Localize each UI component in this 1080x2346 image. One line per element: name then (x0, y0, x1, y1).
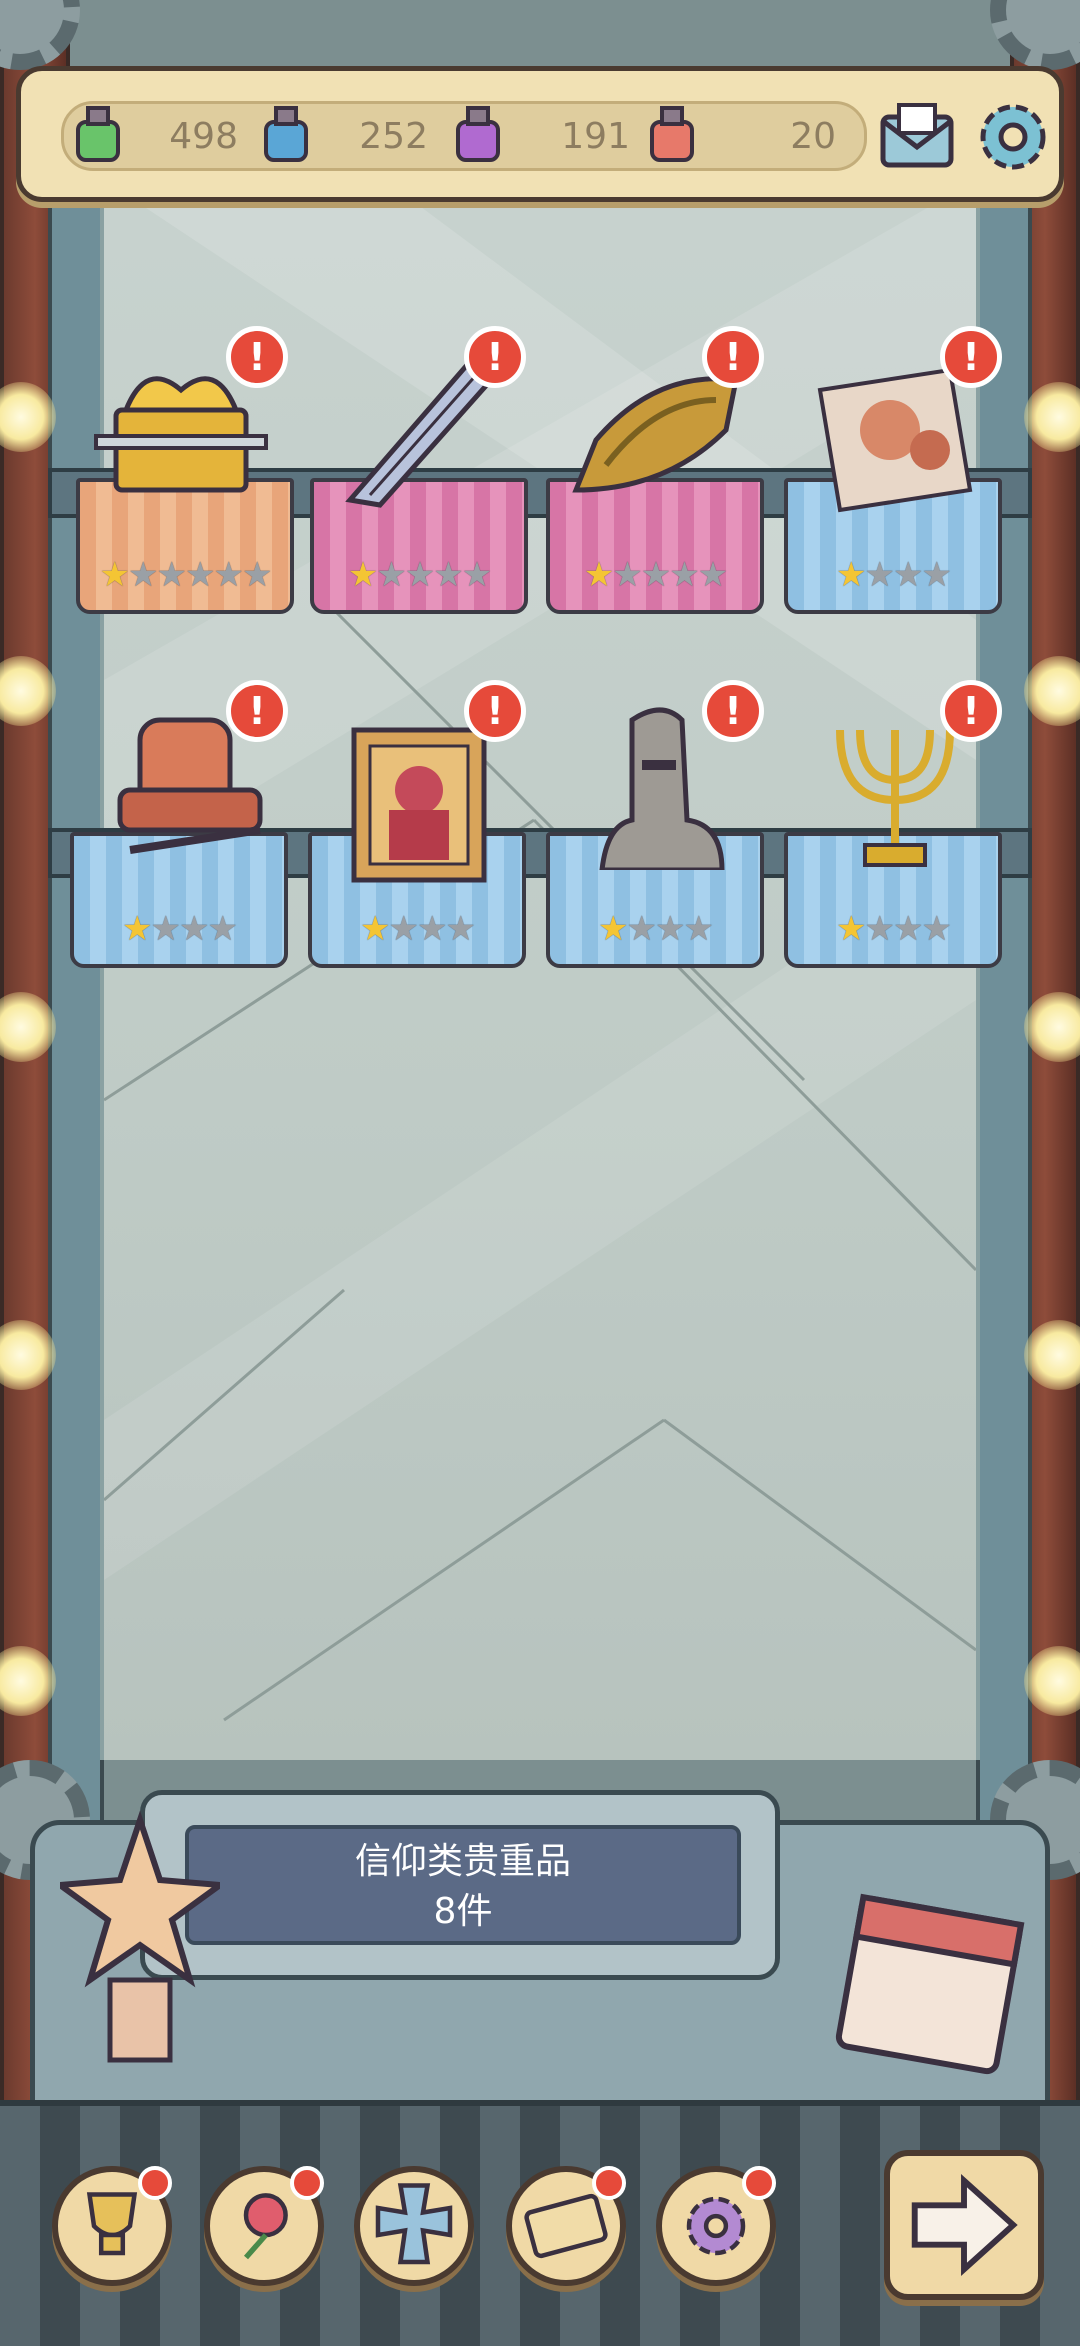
gear-decoration (990, 0, 1080, 70)
green-potion-icon (76, 106, 120, 162)
item-rating: ★★★★★ (583, 555, 728, 595)
new-item-alert: ! (464, 680, 526, 742)
collection-title: 信仰类贵重品 (354, 1841, 571, 1882)
nav-settings-button[interactable] (656, 2166, 776, 2286)
new-item-alert: ! (226, 680, 288, 742)
resource-blue-value: 252 (359, 116, 428, 157)
resource-red-value: 20 (790, 116, 836, 157)
gear-icon[interactable] (971, 95, 1055, 179)
resource-bar: 498 252 191 20 (16, 66, 1064, 202)
item-rating: ★★★★★★ (99, 555, 273, 595)
nav-badge (290, 2166, 324, 2200)
resource-track: 498 252 191 20 (61, 101, 867, 171)
new-item-alert: ! (940, 680, 1002, 742)
purple-potion-icon (456, 106, 500, 162)
collection-count: 8件 (433, 1891, 493, 1932)
icon-painting-artifact[interactable] (334, 720, 534, 890)
new-item-alert: ! (702, 326, 764, 388)
cross-icon (375, 2183, 453, 2265)
nav-cross-button[interactable] (354, 2166, 474, 2286)
nav-scroll-button[interactable] (506, 2166, 626, 2286)
resource-purple: 191 (456, 104, 664, 168)
resource-purple-value: 191 (561, 116, 630, 157)
item-rating: ★★★★★ (347, 555, 492, 595)
nav-trophy-button[interactable] (52, 2166, 172, 2286)
calendar-icon[interactable] (830, 1880, 1030, 2080)
new-item-alert: ! (940, 326, 1002, 388)
nav-rose-button[interactable] (204, 2166, 324, 2286)
resource-green: 498 (64, 104, 264, 168)
nav-badge (742, 2166, 776, 2200)
resource-green-value: 498 (169, 116, 238, 157)
collection-label: 信仰类贵重品 8件 (185, 1825, 741, 1945)
red-potion-icon (650, 106, 694, 162)
blue-potion-icon (264, 106, 308, 162)
item-rating: ★★★★ (122, 909, 238, 949)
nav-badge (592, 2166, 626, 2200)
item-rating: ★★★★ (836, 555, 952, 595)
collection-label-plate: 信仰类贵重品 8件 (140, 1790, 780, 1980)
new-item-alert: ! (226, 326, 288, 388)
arrow-right-icon (911, 2174, 1018, 2276)
mail-icon[interactable] (875, 95, 959, 179)
new-item-alert: ! (702, 680, 764, 742)
item-rating: ★★★★ (836, 909, 952, 949)
resource-red: 20 (650, 104, 864, 168)
resource-blue: 252 (264, 104, 464, 168)
new-item-alert: ! (464, 326, 526, 388)
star-trophy-icon[interactable] (60, 1810, 220, 2070)
nav-badge (138, 2166, 172, 2200)
next-button[interactable] (884, 2150, 1044, 2300)
item-rating: ★★★★ (598, 909, 714, 949)
item-rating: ★★★★ (360, 909, 476, 949)
